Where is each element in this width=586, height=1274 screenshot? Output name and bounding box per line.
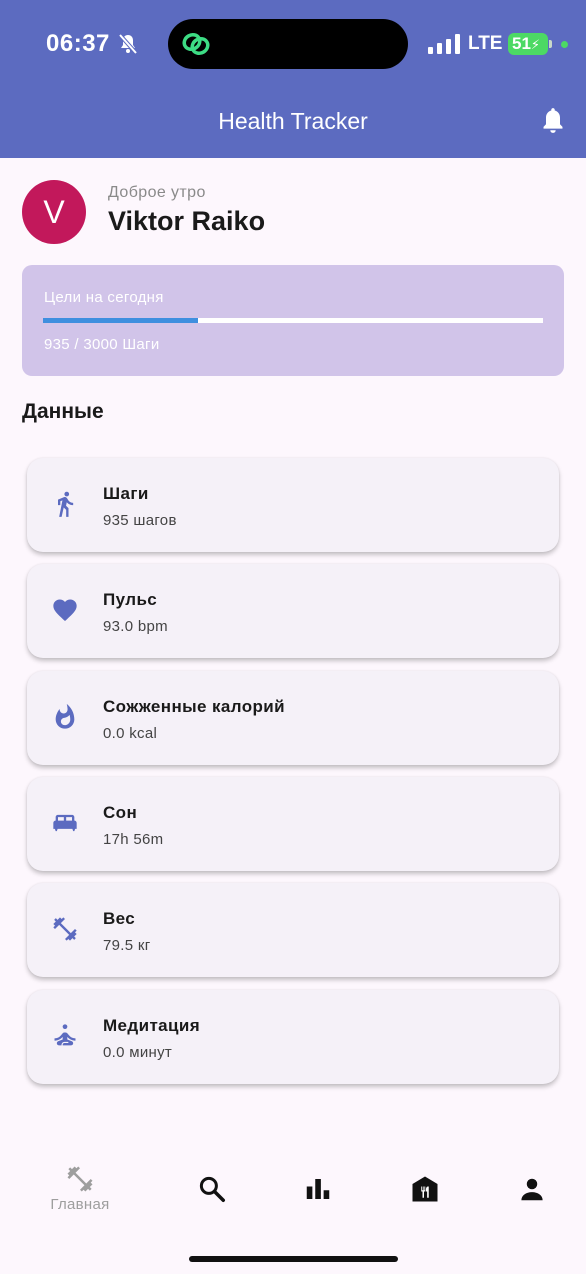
meditation-card-value: 0.0 минут <box>103 1044 173 1061</box>
pulse-card-value: 93.0 bpm <box>103 618 168 635</box>
daily-goals-card: Цели на сегодня 935 / 3000 Шаги <box>22 265 564 376</box>
page-title: Health Tracker <box>218 108 368 134</box>
home-indicator[interactable] <box>189 1256 398 1262</box>
restaurant-icon <box>412 1176 438 1202</box>
dumbbell-icon <box>53 917 77 941</box>
goals-progress-bar <box>43 318 543 323</box>
steps-card-title: Шаги <box>103 484 149 503</box>
nav-label-home: Главная <box>50 1196 110 1213</box>
weight-card-value: 79.5 кг <box>103 937 151 954</box>
steps-card[interactable]: Шаги 935 шагов <box>27 458 559 552</box>
person-icon <box>521 1178 543 1201</box>
battery-icon: 51⚡ <box>508 33 548 55</box>
search-icon <box>199 1176 225 1202</box>
dumbbell-icon <box>67 1166 93 1192</box>
meditation-card-title: Медитация <box>103 1016 201 1035</box>
avatar[interactable]: V <box>22 180 86 244</box>
heart-icon <box>53 599 77 621</box>
mic-indicator-dot <box>561 41 568 48</box>
status-time: 06:37 <box>46 30 110 57</box>
goals-progress-fill <box>43 318 198 323</box>
user-name: Viktor Raiko <box>108 206 266 236</box>
notifications-bell-icon[interactable] <box>540 106 566 134</box>
weight-card[interactable]: Вес 79.5 кг <box>27 883 559 977</box>
weight-card-title: Вес <box>103 909 136 928</box>
nav-item-profile[interactable] <box>492 1174 572 1204</box>
pulse-card-title: Пульс <box>103 590 158 609</box>
sleep-card-value: 17h 56m <box>103 831 164 848</box>
bar-chart-icon <box>306 1179 330 1199</box>
fire-icon <box>55 703 75 729</box>
goals-progress-text: 935 / 3000 Шаги <box>44 336 160 353</box>
walking-icon <box>58 491 74 517</box>
link-icon <box>182 32 210 56</box>
sleep-card-title: Сон <box>103 803 138 822</box>
bed-icon <box>53 814 77 832</box>
calories-card-value: 0.0 kcal <box>103 725 158 742</box>
silent-mode-icon <box>118 33 138 55</box>
goals-title: Цели на сегодня <box>44 289 164 306</box>
nav-item-food[interactable] <box>385 1174 465 1204</box>
battery-tip <box>549 40 552 48</box>
network-type: LTE <box>468 33 503 54</box>
section-title: Данные <box>22 400 104 423</box>
battery-level: 51 <box>512 34 531 53</box>
meditation-card[interactable]: Медитация 0.0 минут <box>27 990 559 1084</box>
dynamic-island <box>168 19 408 69</box>
steps-card-value: 935 шагов <box>103 512 177 529</box>
signal-icon <box>428 34 460 54</box>
calories-card[interactable]: Сожженные калорий 0.0 kcal <box>27 671 559 765</box>
greeting-text: Доброе утро <box>108 184 206 201</box>
meditation-icon <box>54 1024 76 1046</box>
calories-card-title: Сожженные калорий <box>103 697 286 716</box>
nav-item-home[interactable]: Главная <box>40 1164 120 1213</box>
nav-item-search[interactable] <box>172 1174 252 1204</box>
sleep-card[interactable]: Сон 17h 56m <box>27 777 559 871</box>
app-header: 06:37 LTE 51⚡ Health Tracker <box>0 0 586 158</box>
pulse-card[interactable]: Пульс 93.0 bpm <box>27 564 559 658</box>
nav-item-statistics[interactable] <box>278 1174 358 1204</box>
